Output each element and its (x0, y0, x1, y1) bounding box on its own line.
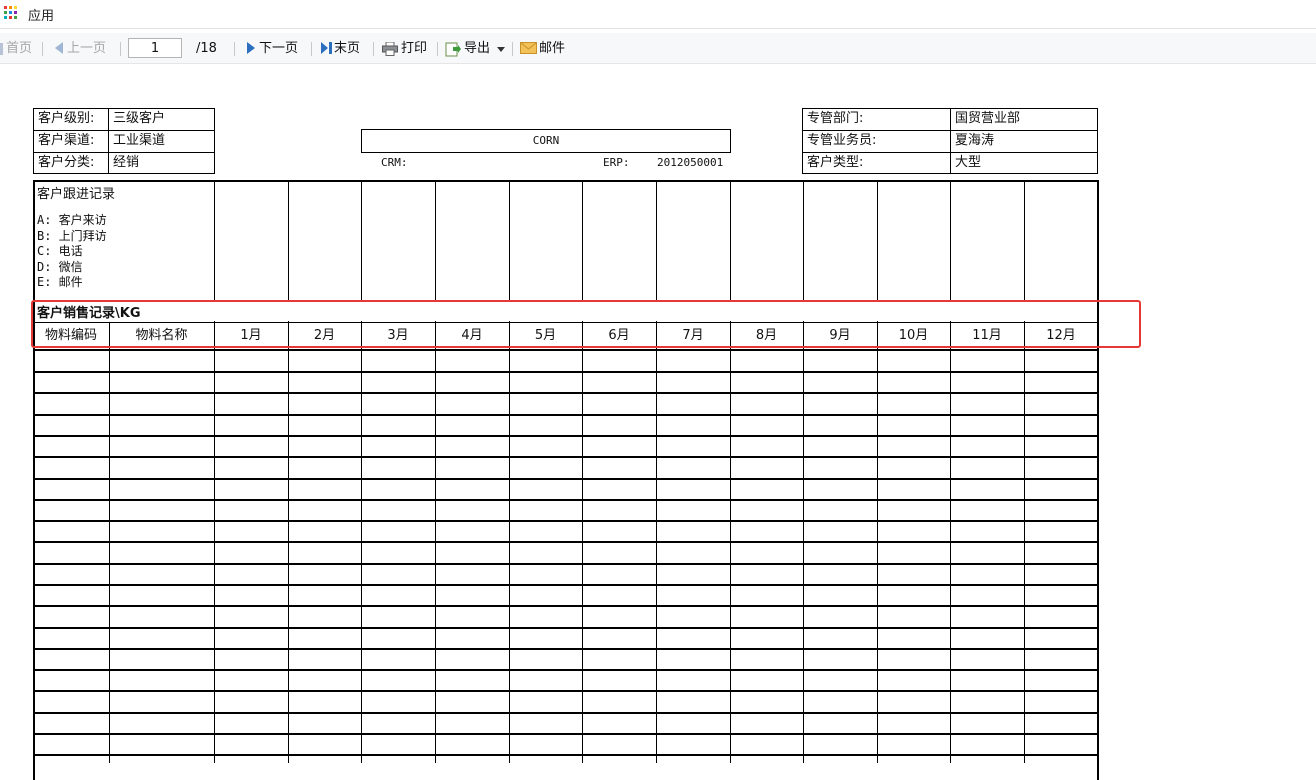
followup-section: 客户跟进记录 A: 客户来访 B: 上门拜访 C: 电话 D: 微信 E: 邮件 (37, 187, 115, 291)
last-page-icon (321, 42, 332, 54)
column-header: 7月 (682, 328, 704, 343)
title-bar: 应用 (0, 0, 1316, 29)
prev-page-button[interactable]: 上一页 (54, 40, 106, 58)
followup-item: B: 上门拜访 (37, 228, 107, 243)
column-header: 6月 (608, 328, 630, 343)
column-header: 5月 (534, 328, 557, 343)
export-button[interactable]: 导出 (445, 40, 508, 58)
followup-item: E: 邮件 (37, 275, 83, 289)
mail-button[interactable]: 邮件 (520, 40, 565, 58)
mail-icon (520, 42, 537, 54)
column-header: 11月 (972, 328, 1002, 343)
first-page-button[interactable]: 首页 (0, 40, 32, 58)
column-header: 9月 (829, 328, 851, 343)
column-header: 1月 (240, 328, 262, 343)
column-header: 12月 (1046, 328, 1076, 343)
followup-title: 客户跟进记录 (37, 187, 116, 202)
column-header: 3月 (387, 328, 409, 343)
report-toolbar: 首页 上一页 /18 下一页 末页 打印 导出 邮件 (0, 33, 1316, 64)
apps-grid-icon[interactable] (4, 6, 18, 20)
export-icon (445, 42, 461, 57)
sales-title: 客户销售记录\KG (37, 306, 141, 321)
print-button[interactable]: 打印 (382, 40, 427, 58)
prev-arrow-icon (55, 42, 63, 54)
column-header: 物料名称 (135, 328, 188, 343)
next-page-button[interactable]: 下一页 (246, 40, 298, 58)
column-header: 8月 (755, 328, 778, 343)
followup-item: D: 微信 (37, 259, 83, 274)
page-number-input[interactable] (128, 38, 182, 58)
sales-grid (0, 64, 1316, 780)
printer-icon (382, 42, 398, 56)
followup-item: C: 电话 (37, 244, 83, 258)
first-page-icon (0, 43, 3, 55)
app-title: 应用 (28, 9, 55, 24)
column-header: 2月 (313, 328, 336, 343)
column-header: 4月 (461, 328, 483, 343)
next-arrow-icon (247, 42, 255, 54)
chevron-down-icon (497, 47, 506, 52)
page-total: /18 (196, 41, 217, 56)
column-header: 10月 (898, 328, 929, 343)
followup-item: A: 客户来访 (37, 213, 107, 227)
column-header: 物料编码 (44, 328, 97, 343)
report-page: 客户级别: 三级客户 客户渠道: 工业渠道 客户分类: 经销 CORN CRM:… (0, 64, 1316, 780)
last-page-button[interactable]: 末页 (320, 40, 360, 58)
